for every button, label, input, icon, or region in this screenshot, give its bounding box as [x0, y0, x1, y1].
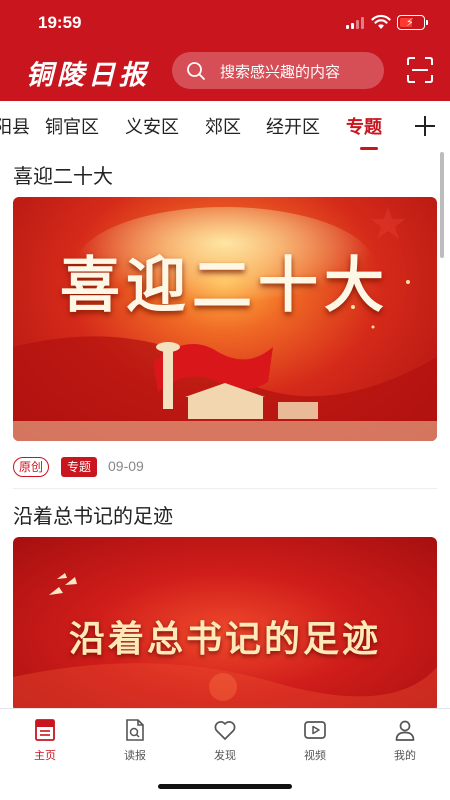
nav-mine[interactable]: 我的 — [375, 717, 435, 763]
banner-headline: 沿着总书记的足迹 — [68, 618, 381, 660]
nav-video[interactable]: 视频 — [285, 717, 345, 763]
article-banner-image[interactable]: 喜迎二十大 — [13, 197, 437, 441]
nav-label: 我的 — [394, 749, 416, 762]
newspaper-icon — [126, 719, 144, 741]
app-logo: 铜陵日报 — [26, 60, 150, 91]
search-icon — [187, 62, 205, 80]
nav-home[interactable]: 主页 — [15, 717, 75, 763]
tab-jingkai[interactable]: 经开区 — [266, 113, 320, 139]
news-icon — [35, 719, 55, 741]
search-bar[interactable]: 搜索感兴趣的内容 — [172, 52, 384, 89]
add-channel-icon[interactable] — [413, 114, 437, 138]
publish-date: 09-09 — [108, 458, 144, 474]
nav-label: 读报 — [124, 749, 146, 762]
wifi-icon — [371, 14, 391, 29]
tab-yian[interactable]: 义安区 — [125, 113, 179, 139]
home-indicator[interactable] — [158, 784, 292, 789]
category-tabs: 阳县 铜官区 义安区 郊区 经开区 专题 — [0, 101, 450, 151]
scan-icon[interactable] — [406, 56, 434, 84]
scrollbar[interactable] — [440, 152, 444, 258]
banner-headline: 喜迎二十大 — [60, 251, 390, 321]
app-header: 19:59 ⚡ 铜陵日报 搜索感兴趣的内容 — [0, 0, 450, 101]
tab-jiaoqu[interactable]: 郊区 — [205, 113, 241, 139]
search-placeholder: 搜索感兴趣的内容 — [220, 63, 341, 81]
nav-read-paper[interactable]: 读报 — [105, 717, 165, 763]
tab-county[interactable]: 阳县 — [0, 113, 30, 139]
user-icon — [395, 720, 415, 741]
tab-special[interactable]: 专题 — [346, 113, 382, 139]
battery-icon: ⚡ — [397, 15, 428, 30]
nav-label: 主页 — [34, 749, 56, 762]
article-title[interactable]: 沿着总书记的足迹 — [13, 500, 173, 529]
category-badge: 专题 — [61, 457, 98, 477]
original-badge: 原创 — [13, 457, 50, 477]
article-banner-image[interactable]: 沿着总书记的足迹 — [13, 537, 437, 712]
status-bar: 19:59 ⚡ — [0, 0, 450, 46]
video-icon — [304, 721, 326, 739]
article-title[interactable]: 喜迎二十大 — [13, 160, 113, 189]
tab-tongguan[interactable]: 铜官区 — [45, 113, 99, 139]
active-tab-indicator — [360, 147, 378, 150]
divider — [13, 488, 437, 489]
nav-label: 视频 — [304, 749, 326, 762]
nav-discover[interactable]: 发现 — [195, 717, 255, 763]
nav-label: 发现 — [214, 749, 236, 762]
signal-icon — [346, 17, 366, 29]
heart-icon — [214, 721, 236, 740]
status-time: 19:59 — [38, 13, 82, 32]
